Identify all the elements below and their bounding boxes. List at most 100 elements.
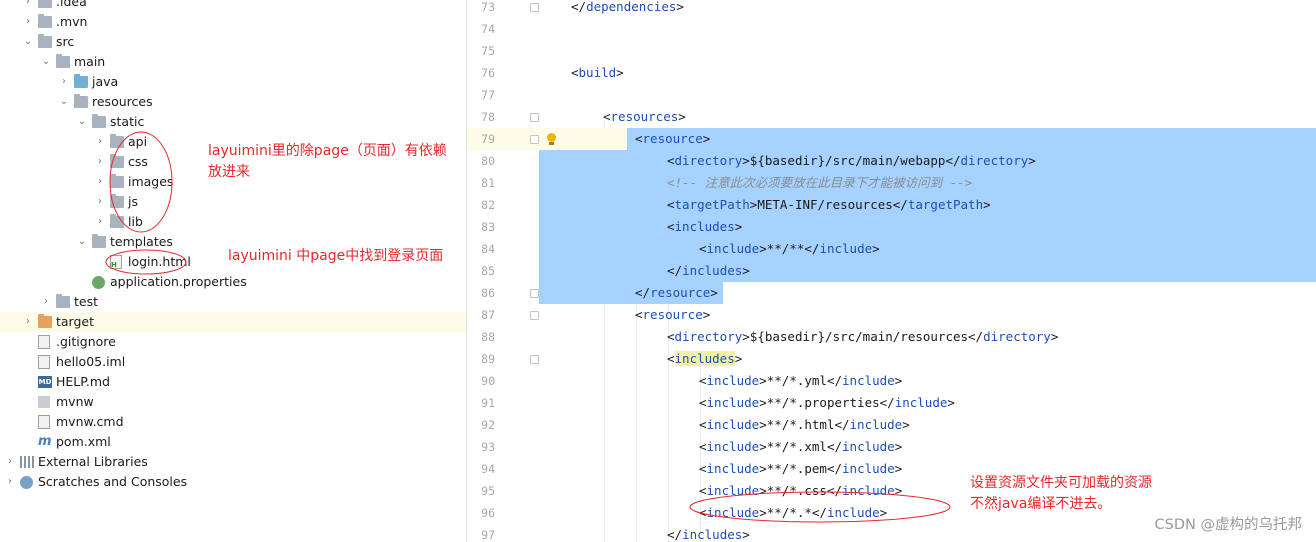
code-text: </dependencies>	[571, 0, 684, 14]
chevron-right-icon[interactable]: ›	[94, 152, 106, 172]
folder-icon	[110, 174, 124, 188]
tree-item[interactable]: MD HELP.md	[0, 372, 466, 392]
chevron-right-icon[interactable]: ›	[40, 292, 52, 312]
code-line[interactable]: 86 </resource>	[467, 282, 1316, 304]
tree-item[interactable]: mvnw	[0, 392, 466, 412]
chevron-right-icon[interactable]: ›	[58, 72, 70, 92]
annotation-templates-note: layuimini 中page中找到登录页面	[228, 248, 444, 264]
chevron-right-icon[interactable]: ›	[4, 452, 16, 472]
line-number: 74	[481, 22, 495, 36]
code-line[interactable]: 77	[467, 84, 1316, 106]
tree-item[interactable]: ⌄ src	[0, 32, 466, 52]
code-line[interactable]: 82 <targetPath>META-INF/resources</target…	[467, 194, 1316, 216]
tree-item-label: hello05.iml	[56, 354, 126, 369]
chevron-right-icon[interactable]: ›	[22, 0, 34, 12]
tree-item[interactable]: application.properties	[0, 272, 466, 292]
tree-item-label: application.properties	[110, 274, 247, 289]
tree-item[interactable]: ⌄ main	[0, 52, 466, 72]
code-text: <include>**/**</include>	[699, 241, 880, 256]
tree-item[interactable]: ⌄ static	[0, 112, 466, 132]
code-line[interactable]: 88 <directory>${basedir}/src/main/resourc…	[467, 326, 1316, 348]
line-number: 80	[481, 154, 495, 168]
code-text: <!-- 注意此次必须要放在此目录下才能被访问到 -->	[667, 175, 973, 190]
chevron-down-icon[interactable]: ⌄	[76, 112, 88, 132]
chevron-right-icon[interactable]: ›	[94, 192, 106, 212]
annotation-static-note-line1: layuimini里的除page（页面）有依赖	[208, 143, 447, 159]
tree-item[interactable]: › Scratches and Consoles	[0, 472, 466, 492]
tree-item-label: lib	[128, 214, 143, 229]
chevron-right-icon[interactable]: ›	[4, 472, 16, 492]
code-line[interactable]: 95 <include>**/*.css</include>	[467, 480, 1316, 502]
code-line[interactable]: 92 <include>**/*.html</include>	[467, 414, 1316, 436]
tree-item[interactable]: › .mvn	[0, 12, 466, 32]
code-line[interactable]: 90 <include>**/*.yml</include>	[467, 370, 1316, 392]
tree-item[interactable]: › target	[0, 312, 466, 332]
folder-icon	[56, 54, 70, 68]
code-text: </includes>	[667, 263, 750, 278]
tree-item[interactable]: .gitignore	[0, 332, 466, 352]
tree-item[interactable]: › test	[0, 292, 466, 312]
chevron-down-icon[interactable]: ⌄	[22, 32, 34, 52]
chevron-right-icon[interactable]: ›	[22, 12, 34, 32]
code-text: <include>**/*.css</include>	[699, 483, 903, 498]
code-line[interactable]: 93 <include>**/*.xml</include>	[467, 436, 1316, 458]
tree-item[interactable]: › lib	[0, 212, 466, 232]
line-number: 84	[481, 242, 495, 256]
tree-item-label: login.html	[128, 254, 191, 269]
code-line[interactable]: 78 <resources>	[467, 106, 1316, 128]
code-text: <resource>	[635, 307, 711, 322]
tree-item-label: static	[110, 114, 145, 129]
line-number: 88	[481, 330, 495, 344]
fold-marker-icon[interactable]	[530, 311, 539, 320]
code-line[interactable]: 89 <includes>	[467, 348, 1316, 370]
code-line[interactable]: 91 <include>**/*.properties</include>	[467, 392, 1316, 414]
fold-marker-icon[interactable]	[530, 113, 539, 122]
code-line[interactable]: 79 <resource>	[467, 128, 1316, 150]
tree-item-label: resources	[92, 94, 153, 109]
code-line[interactable]: 83 <includes>	[467, 216, 1316, 238]
project-tree: › .idea › .mvn ⌄ src ⌄ main › java ⌄ resources ⌄ stat…	[0, 0, 466, 542]
fold-marker-icon[interactable]	[530, 289, 539, 298]
code-line[interactable]: 74	[467, 18, 1316, 40]
tree-item-label: images	[128, 174, 174, 189]
annotation-static-note: layuimini里的除page（页面）有依赖 放进来	[208, 141, 447, 183]
code-text: <include>**/*.properties</include>	[699, 395, 955, 410]
code-line[interactable]: 75	[467, 40, 1316, 62]
tree-item[interactable]: › java	[0, 72, 466, 92]
chevron-down-icon[interactable]: ⌄	[58, 92, 70, 112]
tree-item[interactable]: hello05.iml	[0, 352, 466, 372]
code-line[interactable]: 84 <include>**/**</include>	[467, 238, 1316, 260]
code-line[interactable]: 80 <directory>${basedir}/src/main/webapp<…	[467, 150, 1316, 172]
code-line[interactable]: 76 <build>	[467, 62, 1316, 84]
chevron-right-icon[interactable]: ›	[94, 132, 106, 152]
tree-item[interactable]: ⌄ resources	[0, 92, 466, 112]
chevron-right-icon[interactable]: ›	[94, 172, 106, 192]
folder-resources-icon	[74, 94, 88, 108]
code-line[interactable]: 81 <!-- 注意此次必须要放在此目录下才能被访问到 -->	[467, 172, 1316, 194]
chevron-down-icon[interactable]: ⌄	[76, 232, 88, 252]
tree-item[interactable]: › js	[0, 192, 466, 212]
code-line[interactable]: 94 <include>**/*.pem</include>	[467, 458, 1316, 480]
code-editor[interactable]: 73 </dependencies> 74 75 76 <build> 77 78 <resou…	[466, 0, 1316, 542]
chevron-right-icon[interactable]: ›	[22, 312, 34, 332]
chevron-right-icon[interactable]: ›	[94, 212, 106, 232]
fold-marker-icon[interactable]	[530, 355, 539, 364]
tree-item[interactable]: m pom.xml	[0, 432, 466, 452]
tree-item-label: External Libraries	[38, 454, 148, 469]
code-line[interactable]: 87 <resource>	[467, 304, 1316, 326]
mvnw-file-icon	[38, 396, 50, 408]
line-number: 96	[481, 506, 495, 520]
code-line[interactable]: 73 </dependencies>	[467, 0, 1316, 18]
chevron-down-icon[interactable]: ⌄	[40, 52, 52, 72]
line-number: 95	[481, 484, 495, 498]
tree-item-label: mvnw	[56, 394, 94, 409]
tree-item[interactable]: › External Libraries	[0, 452, 466, 472]
folder-icon	[92, 114, 106, 128]
tree-item[interactable]: mvnw.cmd	[0, 412, 466, 432]
fold-marker-icon[interactable]	[530, 3, 539, 12]
lightbulb-icon[interactable]	[546, 132, 556, 146]
fold-marker-icon[interactable]	[530, 135, 539, 144]
tree-item[interactable]: › .idea	[0, 0, 466, 12]
folder-icon	[56, 294, 70, 308]
code-line[interactable]: 85 </includes>	[467, 260, 1316, 282]
